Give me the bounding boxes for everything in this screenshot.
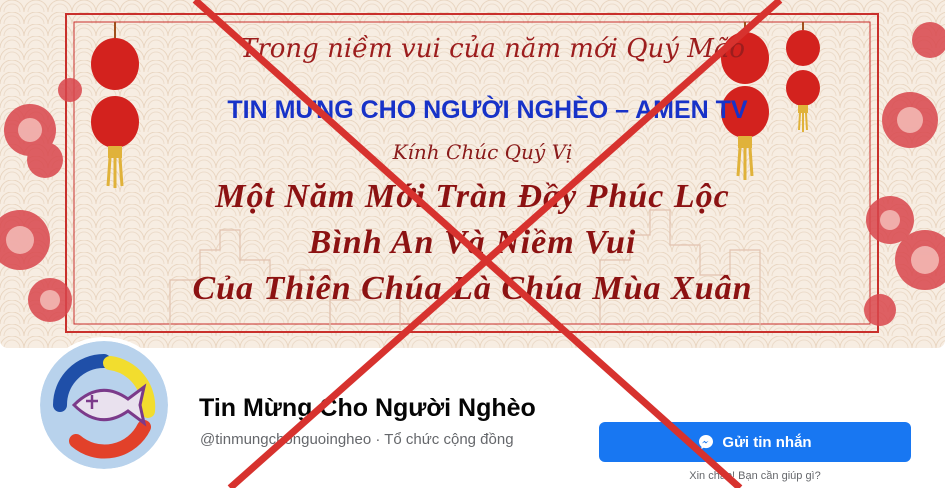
page-handle-category: @tinmungchonguoingheo · Tổ chức cộng đồn…	[200, 431, 514, 448]
send-message-button[interactable]: Gửi tin nhắn	[599, 422, 911, 462]
cover-organization-line: TIN MỪNG CHO NGƯỜI NGHÈO – AMEN TV	[227, 96, 748, 124]
cover-blessing-1: Một Năm Mới Tràn Đầy Phúc Lộc	[215, 178, 730, 215]
cover-wish-line: Kính Chúc Quý Vị	[392, 140, 573, 164]
messenger-icon	[699, 435, 714, 449]
cover-greeting-line: Trong niềm vui của năm mới Quý Mão	[240, 34, 745, 64]
send-message-label: Gửi tin nhắn	[722, 433, 812, 451]
help-prompt: Xin chào! Bạn cần giúp gì?	[689, 470, 821, 482]
cover-photo[interactable]: Trong niềm vui của năm mới Quý Mão TIN M…	[0, 0, 945, 348]
fish-logo-icon	[40, 341, 168, 469]
avatar[interactable]	[36, 337, 172, 473]
cover-blessing-3: Của Thiên Chúa Là Chúa Mùa Xuân	[192, 270, 753, 307]
page-title: Tin Mừng Cho Người Nghèo	[199, 394, 536, 422]
cover-blessing-2: Bình An Và Niềm Vui	[308, 224, 637, 261]
